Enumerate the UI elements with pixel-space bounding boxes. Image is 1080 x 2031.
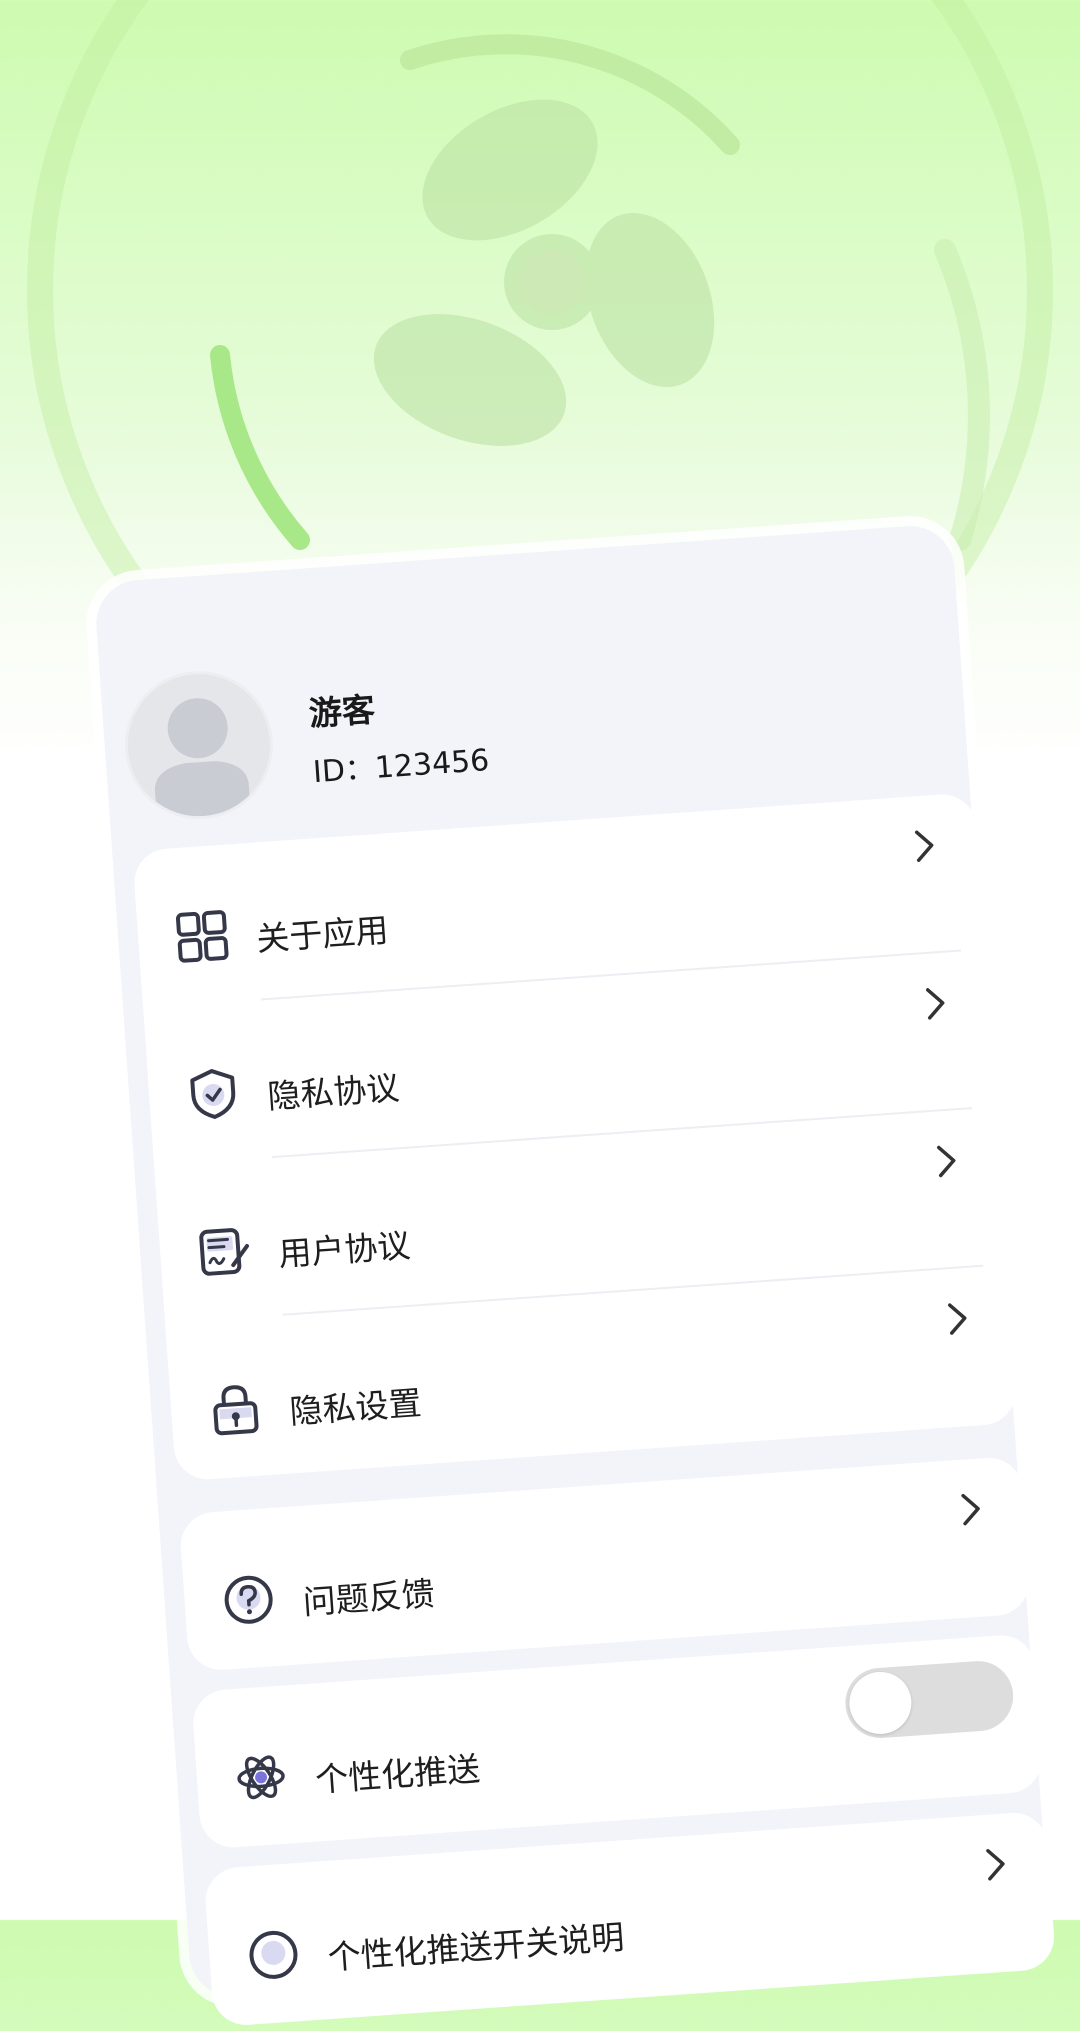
question-circle-icon [224, 1575, 273, 1624]
default-person-avatar-icon [154, 698, 251, 820]
user-profile[interactable]: 游客 ID：123456 [119, 628, 829, 826]
menu-item-label: 隐私设置 [288, 1383, 423, 1432]
avatar[interactable] [119, 666, 278, 825]
menu-item-label: 隐私协议 [266, 1068, 401, 1117]
chevron-right-icon [926, 988, 945, 1020]
menu-group-feedback: 问题反馈 [178, 1455, 1032, 1673]
menu-item-label: 问题反馈 [301, 1573, 437, 1622]
menu-item-label: 用户协议 [277, 1225, 412, 1274]
lock-icon [213, 1385, 259, 1436]
menu-group-main: 关于应用 隐私协议 用户协议 隐私设置 [132, 792, 1019, 1482]
shield-check-icon [190, 1069, 236, 1119]
chevron-right-icon [948, 1303, 967, 1335]
menu-group-push-explanation: 个性化推送开关说明 [203, 1810, 1057, 2028]
menu-item-label: 个性化推送 [314, 1749, 482, 1800]
personalized-push-toggle[interactable] [843, 1658, 1016, 1741]
user-id: ID：123456 [311, 742, 491, 791]
menu-item-push-explanation[interactable]: 个性化推送开关说明 [203, 1811, 1056, 2027]
chevron-right-icon [986, 1849, 1005, 1881]
info-circle-icon [249, 1930, 298, 1979]
toggle-knob [847, 1669, 914, 1737]
chevron-right-icon [961, 1493, 980, 1526]
menu-group-push: 个性化推送 [190, 1633, 1044, 1850]
document-sign-icon [199, 1228, 249, 1276]
atom-icon [237, 1755, 285, 1800]
grid-apps-icon [175, 910, 229, 963]
username: 游客 [307, 689, 377, 734]
menu-item-label: 个性化推送开关说明 [326, 1917, 626, 1978]
chevron-right-icon [914, 830, 934, 862]
menu-item-personalized-push: 个性化推送 [191, 1633, 1044, 1849]
chevron-right-icon [937, 1145, 956, 1178]
menu-item-label: 关于应用 [255, 910, 390, 959]
settings-panel: 游客 ID：123456 关于应用 隐私协议 用户协议 隐私设置 问题反馈 个性… [51, 454, 1080, 2028]
menu-item-feedback[interactable]: 问题反馈 [179, 1456, 1032, 1672]
settings-card: 游客 ID：123456 关于应用 隐私协议 用户协议 隐私设置 问题反馈 个性… [93, 523, 1057, 2028]
